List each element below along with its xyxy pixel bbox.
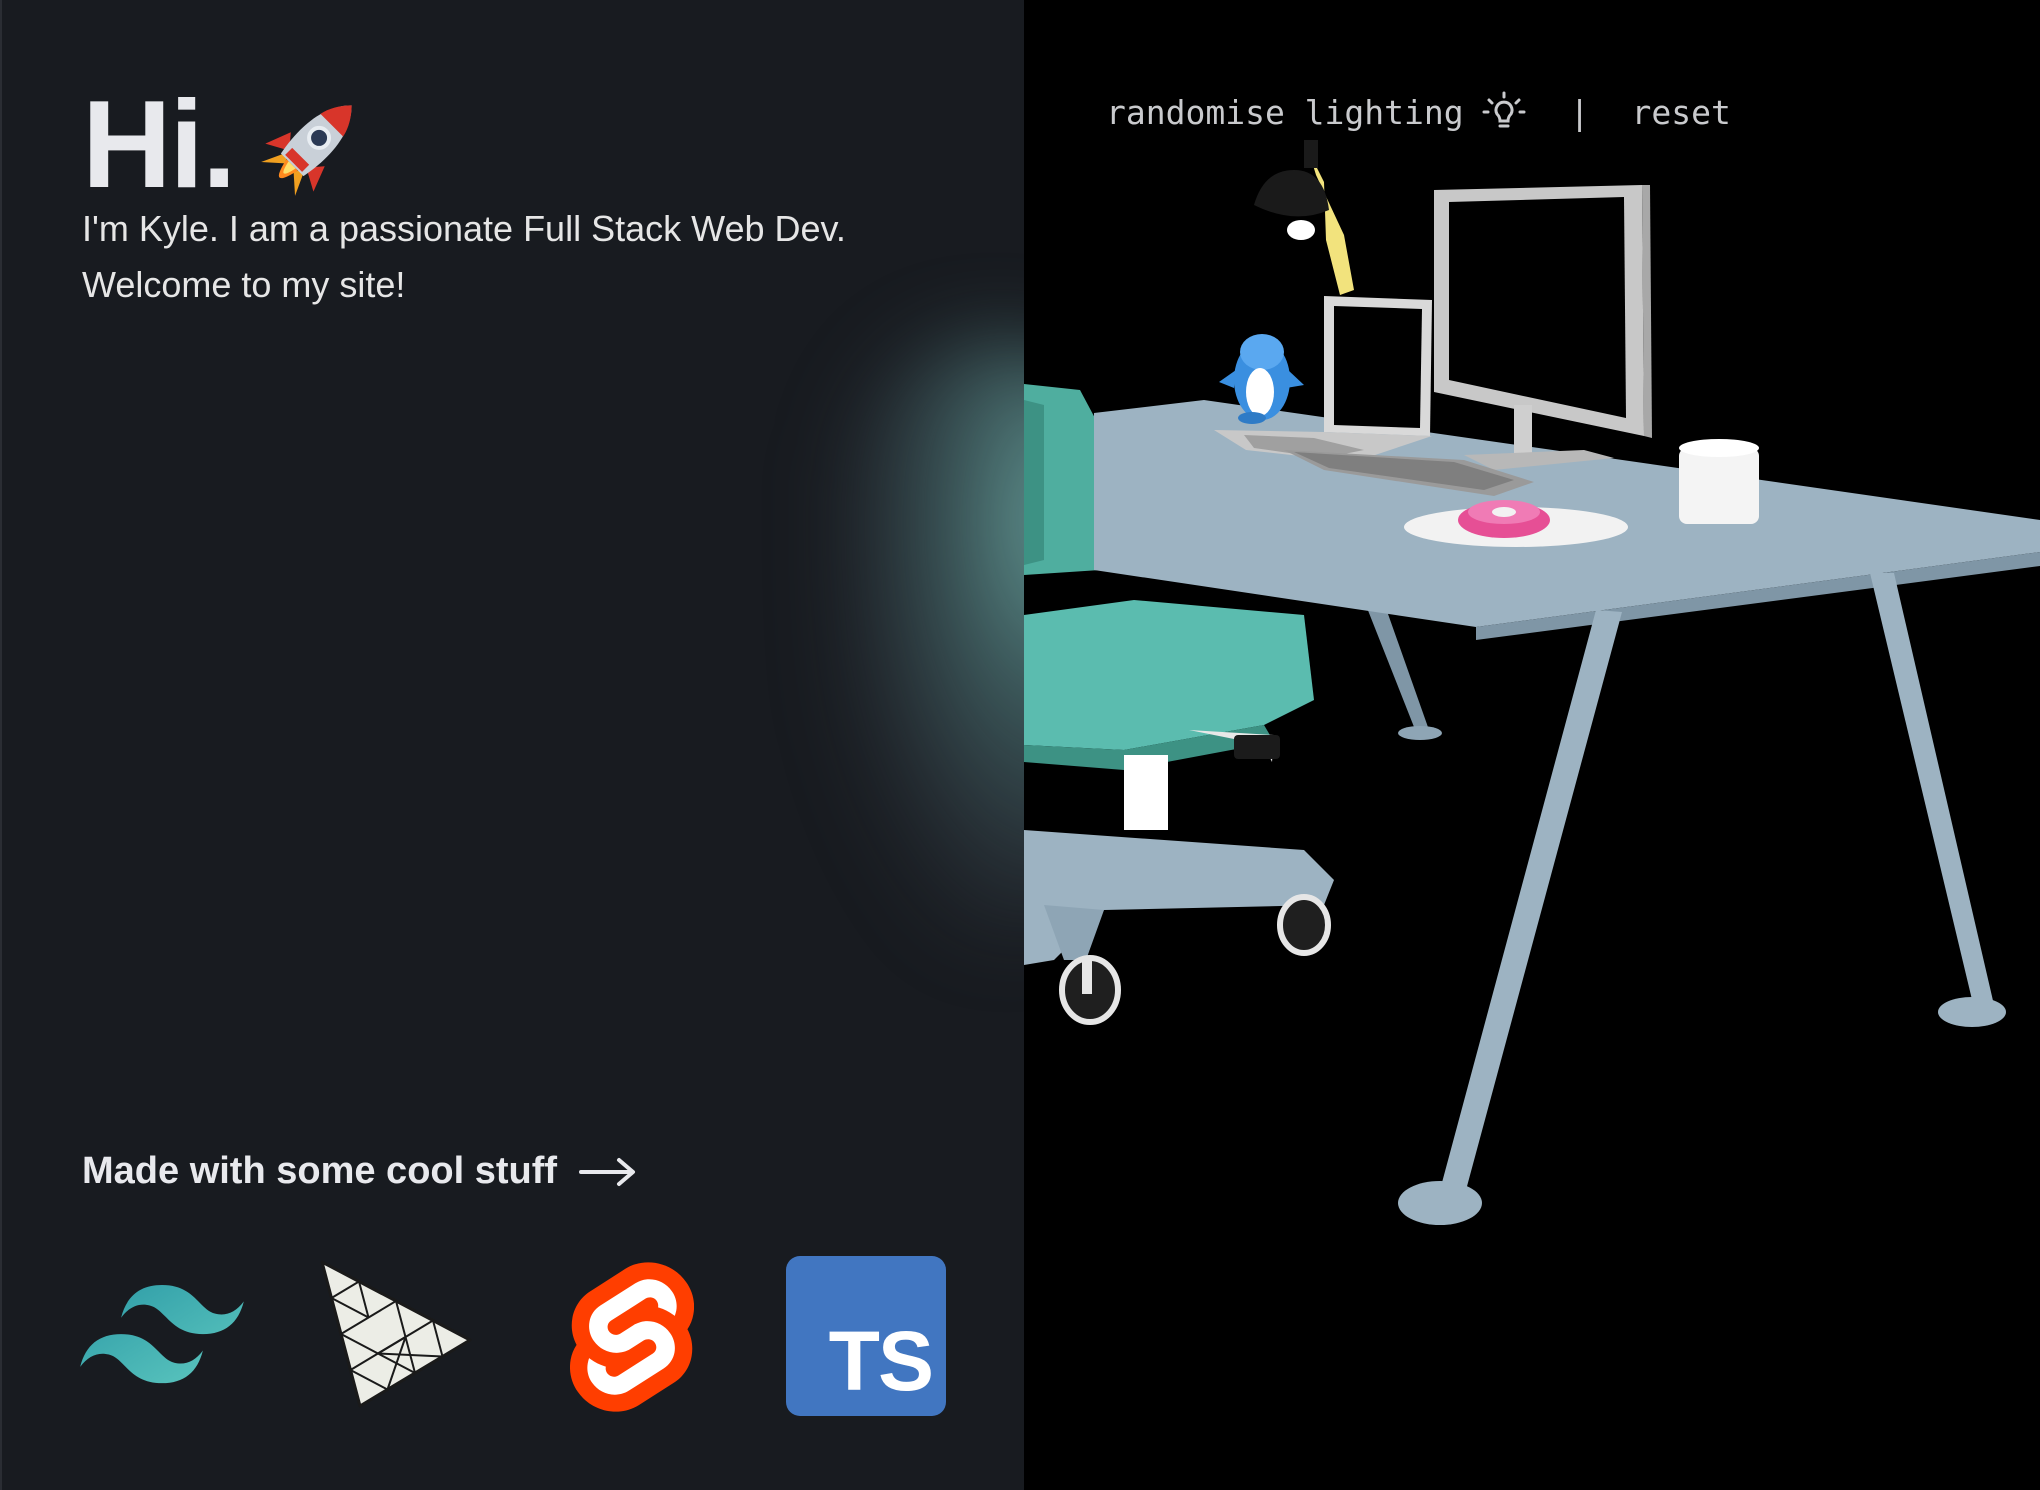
typescript-logo[interactable]: TS bbox=[786, 1256, 946, 1416]
threejs-logo[interactable] bbox=[318, 1258, 474, 1410]
controls-separator: | bbox=[1569, 92, 1590, 132]
greeting-row: Hi. bbox=[82, 80, 376, 210]
intro-line-welcome: Welcome to my site! bbox=[82, 264, 406, 305]
tech-heading: Made with some cool stuff bbox=[82, 1150, 558, 1192]
tailwind-logo[interactable] bbox=[80, 1285, 244, 1385]
greeting-heading: Hi. bbox=[82, 76, 236, 214]
scene-controls: randomise lighting | reset bbox=[1106, 90, 1731, 134]
tech-heading-row[interactable]: Made with some cool stuff bbox=[82, 1150, 637, 1193]
desk-scene-3d[interactable] bbox=[1024, 0, 2040, 1490]
reset-button[interactable]: reset bbox=[1632, 93, 1731, 132]
desk-scene-panel[interactable]: randomise lighting | reset bbox=[1024, 0, 2040, 1490]
svelte-logo[interactable] bbox=[570, 1262, 694, 1412]
typescript-logo-label: TS bbox=[828, 1314, 934, 1408]
lightbulb-icon[interactable] bbox=[1482, 90, 1526, 134]
arrow-right-icon bbox=[579, 1157, 636, 1186]
rocket-icon bbox=[261, 105, 353, 196]
background-glow bbox=[842, 340, 1024, 940]
intro-panel: Hi. I'm Kyle. I am a passionate Full Sta… bbox=[0, 0, 1024, 1490]
intro-line-name: I'm Kyle. I am a passionate Full Stack W… bbox=[82, 208, 846, 249]
randomise-lighting-button[interactable]: randomise lighting bbox=[1106, 93, 1464, 132]
